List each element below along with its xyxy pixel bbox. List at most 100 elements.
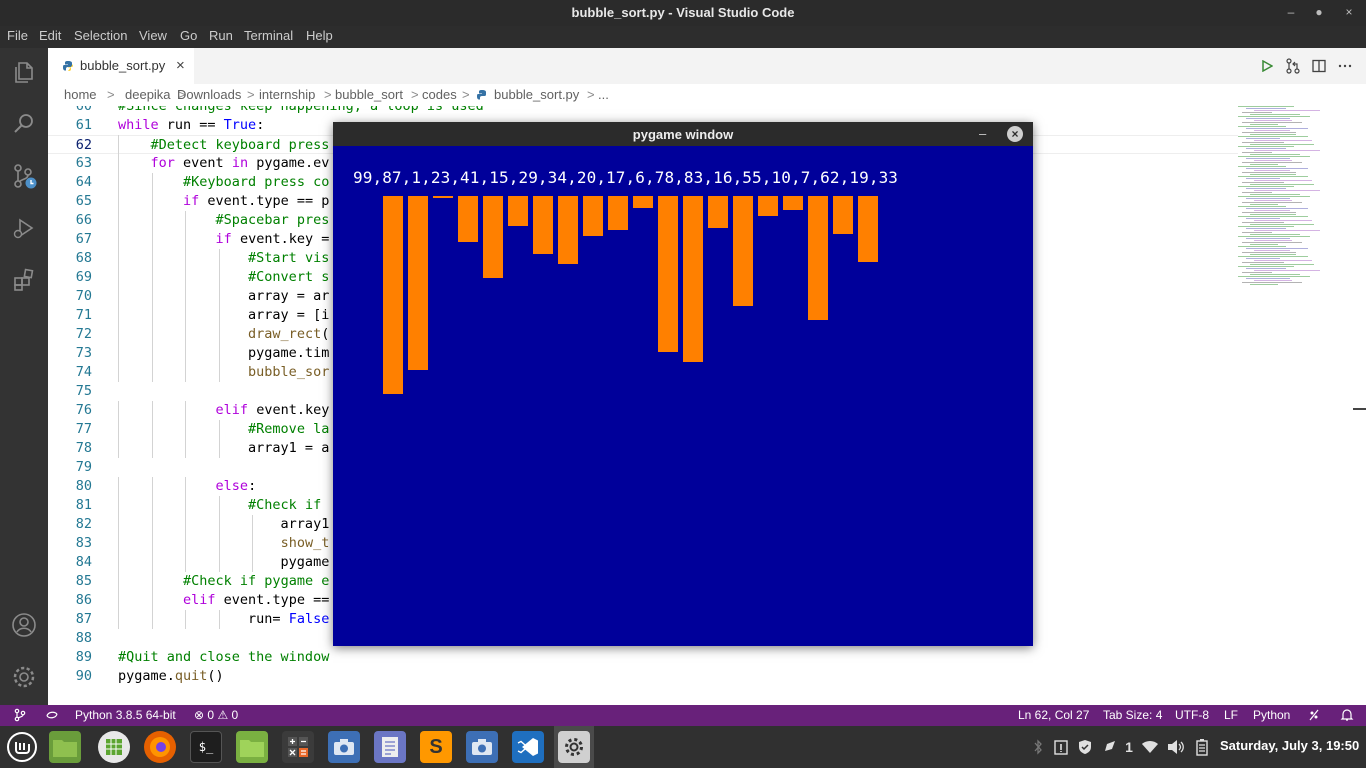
minimize-button[interactable]: –: [1276, 0, 1306, 26]
minimap-line: [1246, 258, 1280, 259]
search-icon[interactable]: [0, 100, 48, 148]
settings-icon[interactable]: [558, 731, 590, 763]
breadcrumb-downloads[interactable]: Downloads: [177, 84, 241, 106]
screenshot-icon[interactable]: [328, 731, 360, 763]
menu-terminal[interactable]: Terminal: [244, 26, 293, 48]
line-number: 79: [75, 459, 92, 475]
line-number: 90: [75, 668, 92, 684]
minimap-line: [1242, 262, 1284, 263]
minimap-line: [1254, 280, 1292, 281]
indent-guide: [185, 515, 186, 534]
text-editor-icon[interactable]: [374, 731, 406, 763]
notifications-bell-icon[interactable]: [1340, 705, 1354, 726]
breadcrumb-codes[interactable]: codes: [422, 84, 457, 106]
account-icon[interactable]: [0, 601, 48, 649]
tab-close-icon[interactable]: ×: [176, 57, 185, 74]
minimap-line: [1250, 184, 1314, 185]
extensions-icon[interactable]: [0, 256, 48, 304]
code-text: #Since changes keep happening, a loop is…: [118, 106, 484, 114]
breadcrumb-bubble-sort[interactable]: bubble_sort: [335, 84, 403, 106]
pygame-canvas[interactable]: 99,87,1,23,41,15,29,34,20,17,6,78,83,16,…: [333, 146, 1033, 646]
menu-view[interactable]: View: [139, 26, 167, 48]
feedback-icon[interactable]: [1307, 705, 1321, 726]
error-count: 0: [207, 708, 215, 722]
clipboard-icon[interactable]: [1052, 726, 1070, 768]
breadcrumb-symbol[interactable]: ...: [598, 84, 609, 106]
file-encoding[interactable]: UTF-8: [1175, 705, 1209, 726]
manage-gear-icon[interactable]: [0, 653, 48, 701]
linux-mint-menu-icon[interactable]: [6, 731, 38, 763]
remote-icon[interactable]: [13, 705, 27, 726]
code-line[interactable]: 89 #Quit and close the window: [48, 648, 1238, 667]
minimap-line: [1242, 122, 1302, 123]
sublime-text-icon[interactable]: S: [420, 731, 452, 763]
end-of-line[interactable]: LF: [1224, 705, 1238, 726]
cursor-position[interactable]: Ln 62, Col 27: [1018, 705, 1089, 726]
battery-icon[interactable]: [1192, 726, 1212, 768]
clock[interactable]: Saturday, July 3, 19:50: [1220, 738, 1359, 753]
indent-guide: [118, 173, 119, 192]
language-mode[interactable]: Python: [1253, 705, 1290, 726]
menu-help[interactable]: Help: [306, 26, 333, 48]
update-shield-icon[interactable]: [1076, 726, 1094, 768]
breadcrumb-deepika[interactable]: deepika: [125, 84, 171, 106]
more-actions-icon[interactable]: [1334, 56, 1356, 76]
breadcrumb-file[interactable]: bubble_sort.py: [494, 84, 579, 106]
bluetooth-icon[interactable]: [1030, 726, 1046, 768]
wifi-icon[interactable]: [1140, 726, 1160, 768]
menu-selection[interactable]: Selection: [74, 26, 127, 48]
vscode-icon[interactable]: [512, 731, 544, 763]
error-icon: ⊗: [194, 708, 205, 722]
taskbar: $_ S 1 Saturday, July 3, 19:50: [0, 726, 1366, 768]
screenshot-icon[interactable]: [466, 731, 498, 763]
folder-icon[interactable]: [236, 731, 268, 763]
menu-go[interactable]: Go: [180, 26, 197, 48]
pygame-window[interactable]: pygame window – × 99,87,1,23,41,15,29,34…: [333, 122, 1033, 646]
problems-indicator[interactable]: ⊗ 0 ⚠ 0: [194, 705, 238, 726]
line-number: 86: [75, 592, 92, 608]
pygame-minimize-button[interactable]: –: [979, 123, 986, 145]
breadcrumb-internship[interactable]: internship: [259, 84, 315, 106]
volume-icon[interactable]: [1166, 726, 1186, 768]
sync-icon[interactable]: [45, 705, 59, 726]
pygame-close-button[interactable]: ×: [1007, 126, 1023, 142]
menu-file[interactable]: File: [7, 26, 28, 48]
python-interpreter[interactable]: Python 3.8.5 64-bit: [75, 705, 176, 726]
calculator-icon[interactable]: [282, 731, 314, 763]
breadcrumb-separator: >: [324, 87, 332, 102]
indent-guide: [118, 325, 119, 344]
minimap[interactable]: [1238, 106, 1354, 306]
code-line[interactable]: 60 #Since changes keep happening, a loop …: [48, 106, 1238, 116]
minimap-line: [1238, 186, 1294, 187]
run-debug-icon[interactable]: [0, 204, 48, 252]
indent-guide: [118, 363, 119, 382]
terminal-icon[interactable]: $_: [190, 731, 222, 763]
source-control-icon[interactable]: [0, 152, 48, 200]
files-icon[interactable]: [49, 731, 81, 763]
array-bar: [708, 196, 728, 228]
minimap-line: [1238, 136, 1308, 137]
breadcrumb-home[interactable]: home: [64, 84, 97, 106]
split-editor-icon[interactable]: [1308, 56, 1330, 76]
code-text: array = [i: [118, 307, 330, 323]
spreadsheet-icon[interactable]: [98, 731, 130, 763]
menu-edit[interactable]: Edit: [39, 26, 61, 48]
notifications-icon[interactable]: [1100, 726, 1120, 768]
tab-size[interactable]: Tab Size: 4: [1103, 705, 1162, 726]
explorer-icon[interactable]: [0, 48, 48, 96]
indent-guide: [185, 401, 186, 420]
close-button[interactable]: ×: [1334, 0, 1364, 26]
minimap-line: [1246, 118, 1290, 119]
minimap-line: [1254, 160, 1292, 161]
firefox-icon[interactable]: [144, 731, 176, 763]
run-python-file-icon[interactable]: [1256, 56, 1278, 76]
code-text: #Convert s: [248, 269, 330, 285]
open-changes-icon[interactable]: [1282, 56, 1304, 76]
menu-run[interactable]: Run: [209, 26, 233, 48]
scrollbar-position-marker: [1353, 408, 1366, 410]
maximize-button[interactable]: ●: [1304, 0, 1334, 26]
minimap-line: [1238, 106, 1294, 107]
tab-bubble-sort[interactable]: bubble_sort.py ×: [48, 48, 195, 84]
code-line[interactable]: 90 pygame.quit(): [48, 667, 1238, 686]
line-number: 71: [75, 307, 92, 323]
